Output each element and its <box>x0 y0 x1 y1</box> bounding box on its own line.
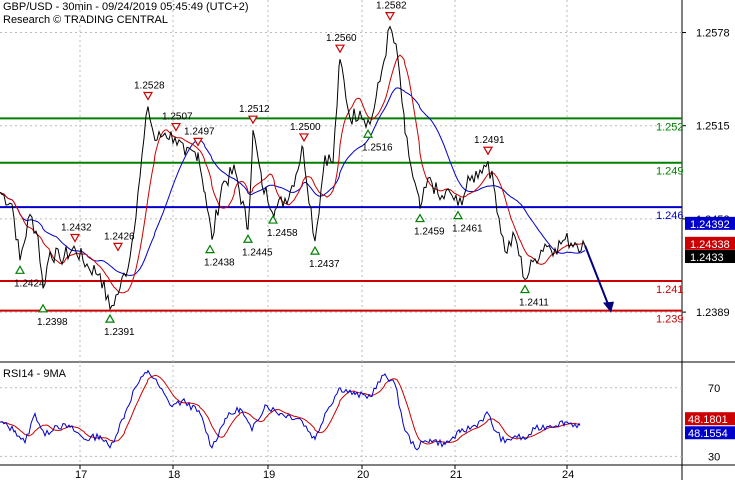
swing-high-label: 1.2432 <box>61 223 92 234</box>
swing-high-marker <box>170 122 182 132</box>
swing-high-label: 1.2512 <box>239 104 270 115</box>
swing-low-marker <box>519 284 531 294</box>
swing-low-marker <box>204 244 216 254</box>
swing-low-label: 1.2516 <box>362 142 393 153</box>
level-label: 1.239 <box>656 314 684 326</box>
swing-low-marker <box>14 265 26 274</box>
swing-low-label: 1.2459 <box>414 227 445 238</box>
swing-low-label: 1.2391 <box>104 327 135 338</box>
swing-high-label: 1.2507 <box>162 112 193 123</box>
swing-low-marker <box>37 303 49 313</box>
swing-high-label: 1.2497 <box>184 126 215 137</box>
level-label: 1.252 <box>656 121 684 133</box>
swing-low-label: 1.2398 <box>37 317 68 328</box>
swing-high-marker <box>384 12 396 21</box>
price-badge-label: 1.2433 <box>690 252 724 264</box>
swing-low-label: 1.2437 <box>309 259 340 270</box>
x-tick-label: 20 <box>357 469 369 480</box>
rsi-moving-average <box>0 374 580 445</box>
swing-high-label: 1.2528 <box>134 81 165 92</box>
rsi-badge-label: 48.1554 <box>688 428 728 440</box>
swing-high-marker <box>142 91 154 101</box>
rsi-tick-label: 30 <box>708 451 720 463</box>
swing-high-marker <box>247 115 259 125</box>
swing-low-marker <box>104 313 116 323</box>
swing-low-marker <box>267 214 279 224</box>
y-tick-label: 1.2515 <box>696 121 730 133</box>
swing-high-marker <box>69 233 81 243</box>
swing-low-label: 1.2411 <box>519 298 549 309</box>
x-tick-label: 17 <box>75 469 87 480</box>
rsi-tick-label: 70 <box>708 383 720 395</box>
level-label: 1.249 <box>656 166 684 178</box>
swing-high-label: 1.2426 <box>104 231 135 242</box>
swing-high-label: 1.2582 <box>376 1 407 12</box>
swing-high-marker <box>112 242 124 252</box>
swing-high-label: 1.2500 <box>290 122 321 133</box>
level-label: 1.246 <box>656 210 684 222</box>
y-tick-label: 1.2389 <box>696 307 730 319</box>
slow-moving-average <box>0 87 586 276</box>
projection-arrow-line <box>584 245 610 307</box>
swing-low-marker <box>362 129 374 138</box>
rsi-badge-label: 48.1801 <box>688 414 728 426</box>
price-line <box>0 25 586 311</box>
price-badge-label: 1.24338 <box>690 239 730 251</box>
swing-low-marker <box>309 245 321 255</box>
x-tick-label: 21 <box>450 469 462 480</box>
x-tick-label: 18 <box>168 469 180 480</box>
swing-low-marker <box>242 234 254 243</box>
x-tick-label: 19 <box>263 469 275 480</box>
swing-low-label: 1.2424 <box>14 278 45 289</box>
swing-high-label: 1.2491 <box>474 135 505 146</box>
swing-high-marker <box>298 133 310 143</box>
y-tick-label: 1.2578 <box>696 28 730 40</box>
swing-low-label: 1.2458 <box>267 228 298 239</box>
swing-high-marker <box>482 146 494 156</box>
rsi-line <box>0 369 581 451</box>
x-tick-label: 24 <box>562 469 574 480</box>
level-label: 1.241 <box>656 284 684 296</box>
swing-low-label: 1.2445 <box>242 247 273 258</box>
swing-low-label: 1.2461 <box>452 224 483 235</box>
price-badge-label: 1.24392 <box>690 219 730 231</box>
swing-high-marker <box>334 44 346 54</box>
swing-low-marker <box>414 213 426 223</box>
swing-low-label: 1.2438 <box>204 258 235 269</box>
price-chart: 1718192021241.25781.25151.24521.23897030… <box>0 0 735 480</box>
swing-high-label: 1.2560 <box>326 33 357 44</box>
